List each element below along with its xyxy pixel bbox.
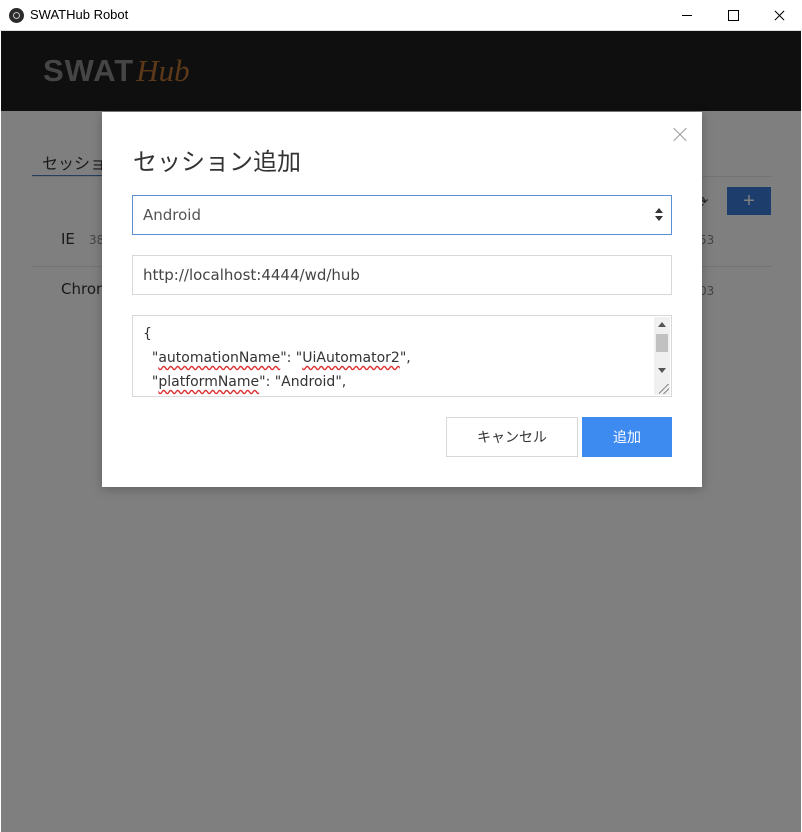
modal-backdrop[interactable]: セッション追加 Android http://localhost:4444/wd… — [1, 31, 801, 832]
minimize-icon[interactable] — [664, 0, 710, 31]
add-button[interactable]: 追加 — [582, 417, 672, 457]
add-session-dialog: セッション追加 Android http://localhost:4444/wd… — [102, 112, 702, 487]
capabilities-textarea[interactable]: { "automationName": "UiAutomator2", "pla… — [132, 315, 672, 397]
app-icon — [9, 8, 24, 23]
caps-line: { — [143, 326, 152, 342]
window-title: SWATHub Robot — [30, 7, 129, 22]
platform-select[interactable]: Android — [132, 195, 672, 235]
select-arrows-icon — [655, 207, 663, 223]
platform-select-value: Android — [143, 206, 201, 224]
cancel-button[interactable]: キャンセル — [446, 417, 578, 457]
scroll-thumb[interactable] — [656, 334, 668, 352]
resize-grip-icon[interactable] — [659, 384, 669, 394]
scroll-up-icon[interactable] — [658, 322, 666, 327]
close-window-icon[interactable] — [756, 0, 802, 31]
capabilities-text: { "automationName": "UiAutomator2", "pla… — [143, 322, 411, 394]
scroll-down-icon[interactable] — [658, 368, 666, 373]
hub-url-input[interactable]: http://localhost:4444/wd/hub — [132, 255, 672, 295]
window-titlebar: SWATHub Robot — [0, 0, 802, 31]
close-icon[interactable] — [671, 126, 689, 144]
caps-line: "automationName": "UiAutomator2", — [143, 350, 411, 366]
caps-line: "platformName": "Android", — [143, 374, 347, 390]
dialog-title: セッション追加 — [133, 148, 301, 176]
maximize-icon[interactable] — [710, 0, 756, 31]
